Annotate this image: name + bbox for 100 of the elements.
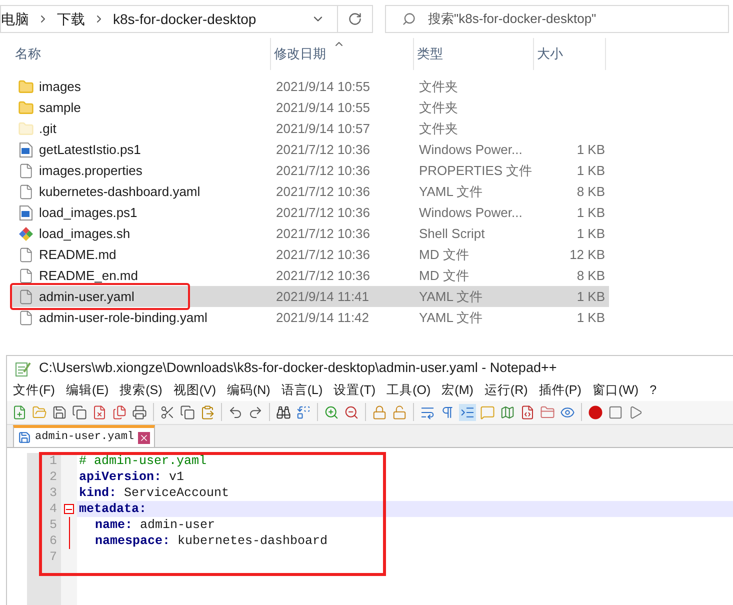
file-row[interactable]: sample 2021/9/14 10:55 文件夹 [12, 97, 609, 118]
file-type: Windows Power... [418, 204, 524, 222]
file-type: YAML 文件 [418, 182, 484, 201]
file-row[interactable]: load_images.sh 2021/7/12 10:36 Shell Script 1 KB [12, 223, 609, 244]
file-row[interactable]: .git 2021/9/14 10:57 文件夹 [12, 118, 609, 139]
notepad-icon [15, 360, 31, 377]
breadcrumb-item[interactable]: 电脑 [1, 8, 29, 30]
breadcrumb-item[interactable]: 下载 [57, 8, 85, 30]
file-icon [18, 310, 34, 326]
file-name: README_en.md [39, 266, 138, 285]
code-line: # admin-user.yaml [78, 453, 208, 469]
file-tab[interactable]: admin-user.yaml [13, 425, 156, 447]
line-number: 3 [49, 485, 57, 501]
file-size: 1 KB [576, 224, 605, 243]
code-line: name: admin-user [94, 517, 216, 533]
file-row[interactable]: images.properties 2021/7/12 10:36 PROPERTIES 文件 1 KB [12, 160, 609, 181]
file-name: load_images.ps1 [39, 204, 138, 222]
save-icon[interactable] [51, 404, 68, 421]
binoculars-icon[interactable] [275, 404, 292, 421]
close-all-icon[interactable] [111, 404, 128, 421]
column-header[interactable]: 大小 [534, 38, 606, 70]
modified-date: 2021/7/12 10:36 [275, 204, 371, 222]
menu-item[interactable]: 设置(T) [334, 381, 376, 400]
menu-item[interactable]: 视图(V) [173, 381, 216, 400]
indent-guide-icon[interactable] [459, 404, 476, 421]
file-icon [18, 246, 34, 262]
paste-icon[interactable] [199, 404, 216, 421]
script-file-icon [19, 142, 33, 158]
file-row[interactable]: README.md 2021/7/12 10:36 MD 文件 12 KB [12, 244, 609, 265]
line-number: 5 [49, 517, 57, 533]
modified-date: 2021/9/14 11:41 [275, 288, 370, 306]
search-icon [402, 12, 416, 26]
column-header[interactable]: 名称 [12, 38, 271, 70]
breadcrumb-item[interactable]: k8s-for-docker-desktop [113, 8, 256, 30]
folder-icon [18, 100, 34, 116]
zoom-out-icon[interactable] [343, 404, 360, 421]
menu-item[interactable]: 插件(P) [538, 381, 582, 400]
close-icon[interactable] [138, 432, 150, 444]
menu-item[interactable]: ? [650, 381, 657, 400]
diamond-icon [18, 226, 34, 242]
menu-item[interactable]: 文件(F) [13, 381, 55, 400]
search-input[interactable]: 搜索"k8s-for-docker-desktop" [428, 9, 728, 29]
column-header[interactable]: 修改日期 [271, 38, 414, 70]
file-size: 12 KB [570, 246, 605, 264]
modified-date: 2021/9/14 11:42 [275, 308, 370, 327]
modified-date: 2021/7/12 10:36 [275, 162, 371, 180]
menu-item[interactable]: 语言(L) [281, 381, 323, 400]
modified-date: 2021/7/12 10:36 [275, 246, 371, 264]
file-size: 1 KB [576, 204, 605, 222]
column-header[interactable]: 类型 [414, 38, 534, 70]
menu-item[interactable]: 搜索(S) [120, 381, 162, 400]
menu-item[interactable]: 编辑(E) [66, 381, 109, 400]
file-icon [18, 162, 34, 178]
code-file-icon[interactable] [519, 404, 536, 421]
new-file-icon[interactable] [11, 404, 28, 421]
file-type: MD 文件 [418, 266, 470, 285]
line-number: 1 [49, 453, 57, 469]
zoom-in-icon[interactable] [323, 404, 340, 421]
file-name: admin-user.yaml [39, 288, 134, 306]
file-row[interactable]: images 2021/9/14 10:55 文件夹 [12, 76, 609, 97]
menu-item[interactable]: 宏(M) [442, 381, 474, 400]
file-row[interactable]: load_images.ps1 2021/7/12 10:36 Windows Power... 1 KB [12, 202, 609, 223]
lock-icon[interactable] [371, 404, 388, 421]
save-all-icon[interactable] [71, 404, 88, 421]
folder-icon[interactable] [539, 404, 556, 421]
file-row[interactable]: admin-user-role-binding.yaml 2021/9/14 11:42 YAML 文件 1 KB [12, 307, 609, 328]
modified-date: 2021/9/14 10:55 [275, 98, 371, 117]
file-row[interactable]: kubernetes-dashboard.yaml 2021/7/12 10:36 YAML 文件 8 KB [12, 181, 609, 202]
file-name: .git [39, 120, 56, 138]
folder-icon [18, 78, 34, 94]
menu-item[interactable]: 窗口(W) [592, 381, 639, 400]
stop-icon[interactable] [607, 404, 624, 421]
refresh-icon[interactable] [348, 12, 362, 26]
close-file-icon[interactable] [91, 404, 108, 421]
file-type: YAML 文件 [418, 308, 484, 327]
menu-item[interactable]: 工具(O) [386, 381, 431, 400]
file-size: 1 KB [576, 140, 605, 159]
file-type: Shell Script [418, 224, 486, 243]
menu-item[interactable]: 运行(R) [484, 381, 528, 400]
file-row[interactable]: getLatestIstio.ps1 2021/7/12 10:36 Windows Power... 1 KB [12, 139, 609, 160]
copy-icon[interactable] [179, 404, 196, 421]
scissors-icon[interactable] [159, 404, 176, 421]
file-name: load_images.sh [39, 224, 130, 243]
search-field[interactable]: 搜索"k8s-for-docker-desktop" [385, 5, 729, 33]
file-size: 8 KB [576, 182, 605, 201]
file-row[interactable]: README_en.md 2021/7/12 10:36 MD 文件 8 KB [12, 265, 609, 286]
replace-icon[interactable] [295, 404, 312, 421]
unlock-icon[interactable] [391, 404, 408, 421]
map-icon[interactable] [499, 404, 516, 421]
modified-date: 2021/7/12 10:36 [275, 182, 371, 201]
folder-icon [18, 120, 34, 136]
record-icon[interactable] [587, 404, 604, 421]
menu-item[interactable]: 编码(N) [226, 381, 270, 400]
file-row[interactable]: admin-user.yaml 2021/9/14 11:41 YAML 文件 1 KB [12, 286, 609, 307]
file-name: README.md [39, 246, 116, 264]
file-name: getLatestIstio.ps1 [39, 140, 141, 159]
fold-toggle[interactable] [64, 504, 74, 514]
address-bar[interactable]: 电脑 下载 k8s-for-docker-desktop [0, 5, 373, 33]
file-size: 1 KB [576, 288, 605, 306]
printer-icon[interactable] [131, 404, 148, 421]
